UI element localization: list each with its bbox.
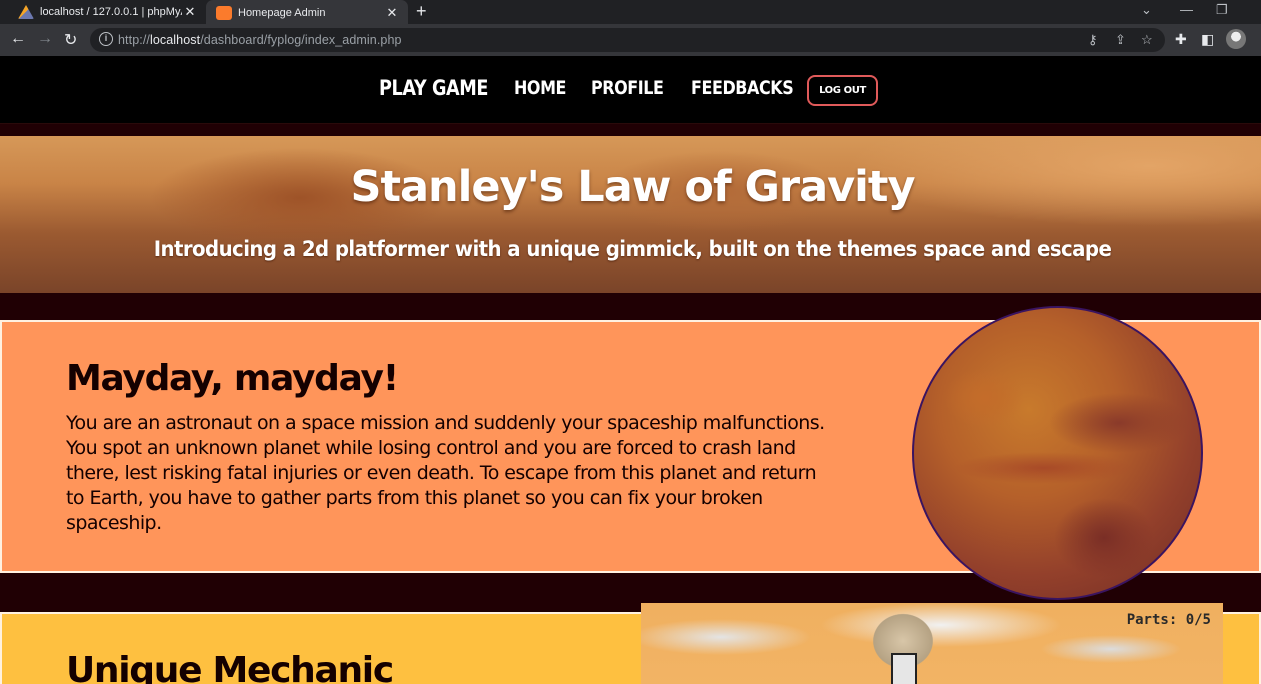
tab-title: localhost / 127.0.0.1 | phpMyAdm — [40, 6, 182, 18]
browser-tab-bar: localhost / 127.0.0.1 | phpMyAdm ✕ Homep… — [0, 0, 1261, 25]
share-icon[interactable]: ⇪ — [1115, 32, 1126, 48]
parts-counter: Parts: 0/5 — [1126, 612, 1211, 628]
logout-button[interactable]: LOG OUT — [807, 75, 878, 106]
reload-icon[interactable]: ↻ — [64, 30, 77, 50]
tab-phpmyadmin[interactable]: localhost / 127.0.0.1 | phpMyAdm ✕ — [8, 0, 206, 24]
close-icon[interactable]: ✕ — [384, 5, 400, 21]
planet-image — [912, 306, 1203, 600]
close-icon[interactable]: ✕ — [182, 4, 198, 20]
site-navbar: PLAY GAME HOME PROFILE FEEDBACKS LOG OUT — [0, 56, 1261, 124]
nav-feedbacks[interactable]: FEEDBACKS — [691, 77, 794, 99]
page-content: PLAY GAME HOME PROFILE FEEDBACKS LOG OUT… — [0, 56, 1261, 684]
section-title: Mayday, mayday! — [66, 358, 399, 399]
tab-search-icon[interactable]: ⌄ — [1141, 2, 1152, 18]
browser-toolbar: ← → ↻ i http://localhost/dashboard/fyplo… — [0, 24, 1261, 56]
hero-banner: Stanley's Law of Gravity Introducing a 2… — [0, 136, 1261, 293]
profile-avatar-icon[interactable] — [1226, 29, 1246, 49]
nav-profile[interactable]: PROFILE — [591, 77, 664, 99]
info-icon[interactable]: i — [99, 32, 113, 46]
tab-homepage-admin[interactable]: Homepage Admin ✕ — [206, 0, 408, 25]
bookmark-star-icon[interactable]: ☆ — [1141, 32, 1153, 48]
minimize-icon[interactable]: — — [1180, 2, 1193, 17]
nav-play-game[interactable]: PLAY GAME — [379, 76, 488, 100]
side-panel-icon[interactable]: ◧ — [1201, 31, 1214, 48]
url-text[interactable]: http://localhost/dashboard/fyplog/index_… — [118, 33, 402, 47]
astronaut-sprite — [891, 653, 917, 684]
section-title: Unique Mechanic — [66, 650, 394, 684]
phpmyadmin-icon — [18, 5, 34, 19]
extensions-icon[interactable]: ✚ — [1175, 31, 1187, 48]
hero-title: Stanley's Law of Gravity — [350, 162, 915, 212]
section-body: You are an astronaut on a space mission … — [66, 412, 825, 534]
address-bar[interactable]: i http://localhost/dashboard/fyplog/inde… — [90, 28, 1165, 52]
restore-icon[interactable]: ❐ — [1216, 2, 1228, 18]
key-icon[interactable]: ⚷ — [1088, 32, 1098, 48]
back-icon[interactable]: ← — [10, 30, 26, 48]
xampp-icon — [216, 5, 232, 20]
hero-subtitle: Introducing a 2d platformer with a uniqu… — [153, 237, 1112, 261]
forward-icon[interactable]: → — [37, 30, 53, 48]
tab-title: Homepage Admin — [238, 6, 326, 19]
gameplay-screenshot: Parts: 0/5 — [641, 603, 1223, 684]
new-tab-icon[interactable]: + — [416, 1, 427, 22]
nav-home[interactable]: HOME — [514, 77, 566, 99]
